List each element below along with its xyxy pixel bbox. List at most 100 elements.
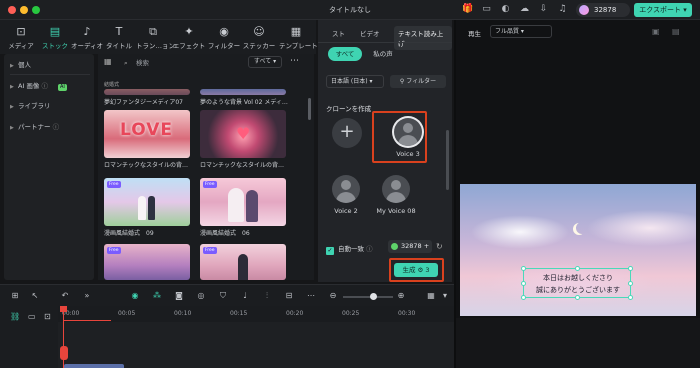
camera-icon[interactable]: ◙ — [174, 291, 184, 301]
thumbnail-manga-wedding-09[interactable]: Free — [104, 178, 190, 226]
resize-handle[interactable] — [628, 281, 633, 286]
language-select[interactable]: 日本語 (日本) ▾ — [326, 75, 384, 88]
work-area-range[interactable] — [63, 320, 111, 321]
tab-media[interactable]: ⊡ メディア — [4, 22, 38, 52]
tab-templates[interactable]: ▦ テンプレート — [279, 22, 318, 52]
speed-icon[interactable]: ◎ — [196, 291, 206, 301]
voice-card-voice-2[interactable]: Voice 2 — [320, 175, 372, 215]
text-t-icon: T — [115, 25, 123, 38]
clip-start-marker[interactable] — [60, 346, 68, 360]
layout-grid-icon[interactable]: ▦ — [426, 291, 436, 301]
zoom-out-icon[interactable]: ⊖ — [328, 291, 338, 301]
crop-icon[interactable]: ⊟ — [284, 291, 294, 301]
cloud-upload-icon[interactable]: ☁ — [519, 4, 530, 15]
minimize-window-button[interactable] — [20, 6, 28, 14]
download-icon[interactable]: ⇩ — [538, 4, 549, 15]
zoom-slider[interactable] — [343, 293, 393, 300]
export-button[interactable]: エクスポート ▾ — [634, 3, 692, 17]
zoom-in-icon[interactable]: ⊕ — [396, 291, 406, 301]
tab-stock-voice[interactable]: スト — [332, 28, 345, 38]
link-icon[interactable]: ⛓ — [10, 312, 20, 321]
all-filter-dropdown[interactable]: すべて ▾ — [248, 56, 282, 68]
thumbnail-manga-wedding-a[interactable]: Free — [104, 244, 190, 280]
voice-card-my-voice-08[interactable]: My Voice 08 — [370, 175, 422, 215]
more-tools-icon[interactable]: ⋯ — [306, 291, 316, 301]
thumbnail-heart-globe[interactable]: ♥ — [200, 110, 286, 158]
thumbnail-manga-wedding-06[interactable]: Free — [200, 178, 286, 226]
filter-button[interactable]: ⚲ フィルター — [390, 75, 446, 88]
filter-pill-all[interactable]: すべて — [328, 47, 362, 61]
more-options-icon[interactable]: ⋯ — [290, 56, 299, 66]
pointer-icon[interactable]: ↖ — [30, 291, 40, 301]
window-layout-icon[interactable]: ▭ — [481, 4, 492, 15]
track-settings-icon[interactable]: ⊡ — [44, 312, 51, 321]
undo-icon[interactable]: ↶ — [60, 291, 70, 301]
image-icon[interactable]: ▣ — [652, 27, 660, 36]
magnet-link-icon[interactable]: ⁂ — [152, 291, 162, 301]
account-credits[interactable]: 32878 — [576, 3, 630, 17]
create-clone-button[interactable]: + — [332, 118, 362, 148]
video-preview[interactable]: 本日はお越しくださり 誠にありがとうございます — [460, 184, 696, 316]
resize-handle[interactable] — [521, 295, 526, 300]
clone-section-title: クローンを作成 — [326, 105, 372, 113]
resize-handle[interactable] — [628, 266, 633, 271]
refresh-icon[interactable]: ↻ — [436, 242, 443, 251]
resize-handle[interactable] — [628, 295, 633, 300]
maximize-window-button[interactable] — [32, 6, 40, 14]
tab-label: オーディオ — [70, 42, 104, 50]
tab-stock[interactable]: ▤ ストック — [38, 22, 72, 52]
tab-label: メディア — [8, 42, 34, 50]
lightbulb-icon[interactable]: ◐ — [500, 4, 511, 15]
auto-match-toggle[interactable]: ✓ 自動一致 ⓘ — [326, 243, 373, 255]
credit-balance[interactable]: 32878 + — [388, 240, 432, 253]
tab-effects[interactable]: ✦ エフェクト — [172, 22, 206, 52]
tab-filters[interactable]: ◉ フィルター — [207, 22, 241, 52]
headset-icon[interactable]: ♫ — [557, 4, 568, 15]
ruler-tick: 00:25 — [342, 310, 360, 317]
ai-mate-icon[interactable]: ◉ — [130, 291, 140, 301]
track-video-icon[interactable]: ▭ — [28, 312, 36, 321]
text-to-speech-panel: スト ビデオ テキスト読み上げ すべて 私の声 日本語 (日本) ▾ ⚲ フィル… — [318, 20, 452, 282]
quality-select[interactable]: フル品質 ▾ — [490, 25, 552, 38]
tab-titles[interactable]: T タイトル — [102, 22, 136, 52]
close-window-button[interactable] — [8, 6, 16, 14]
resize-handle[interactable] — [521, 266, 526, 271]
split-icon[interactable]: ⫶ — [262, 291, 272, 301]
checkbox-checked[interactable]: ✓ — [326, 247, 334, 255]
tab-audio[interactable]: ♪ オーディオ — [70, 22, 104, 52]
shield-icon[interactable]: ⛉ — [218, 291, 228, 301]
voices-scrollbar[interactable] — [446, 130, 449, 190]
redo-icon[interactable]: » — [82, 291, 92, 301]
grid-scrollbar[interactable] — [308, 98, 311, 120]
timeline-tracks[interactable] — [0, 322, 454, 368]
caption-line: 本日はお越しくださり — [543, 274, 613, 282]
tab-video[interactable]: ビデオ — [360, 28, 380, 38]
tab-transitions[interactable]: ⧉ トラン…ョン — [136, 22, 175, 52]
sidebar-item-ai-image[interactable]: ▶ AI 画像 ⓘ AI — [10, 79, 92, 93]
filter-pill-my-voice[interactable]: 私の声 — [366, 47, 400, 61]
search-input[interactable]: ⌕ 検索 — [124, 57, 194, 69]
chevron-down-icon[interactable]: ▾ — [440, 291, 450, 301]
sidebar-item-library[interactable]: ▶ ライブラリ — [10, 99, 92, 113]
thumbnail-fantasy[interactable] — [104, 89, 190, 95]
resize-handle[interactable] — [575, 295, 580, 300]
zoom-slider-knob[interactable] — [369, 293, 377, 300]
thumbnail-manga-wedding-b[interactable]: Free — [200, 244, 286, 280]
gift-icon[interactable]: 🎁 — [462, 4, 473, 15]
sidebar-item-partner[interactable]: ▶ パートナー ⓘ — [10, 120, 92, 134]
timeline-clip[interactable] — [64, 364, 124, 368]
resize-handle[interactable] — [575, 266, 580, 271]
thumbnail-dream-bg[interactable] — [200, 89, 286, 95]
resize-handle[interactable] — [521, 281, 526, 286]
sidebar-item-personal[interactable]: ▶ 個人 — [10, 58, 92, 72]
microphone-icon[interactable]: ♩ — [240, 291, 250, 301]
grid-view-icon[interactable]: ▦ — [104, 57, 112, 66]
search-icon: ⌕ — [124, 59, 128, 67]
caption-text-box[interactable]: 本日はお越しくださり 誠にありがとうございます — [521, 266, 633, 300]
select-grid-icon[interactable]: ⊞ — [10, 291, 20, 301]
snapshot-icon[interactable]: ▤ — [672, 27, 680, 36]
panel-divider[interactable] — [454, 20, 456, 368]
tab-text-to-speech[interactable]: テキスト読み上げ — [394, 26, 452, 50]
tab-stickers[interactable]: ☺ ステッカー — [242, 22, 276, 52]
thumbnail-love-romantic[interactable]: LOVE — [104, 110, 190, 158]
